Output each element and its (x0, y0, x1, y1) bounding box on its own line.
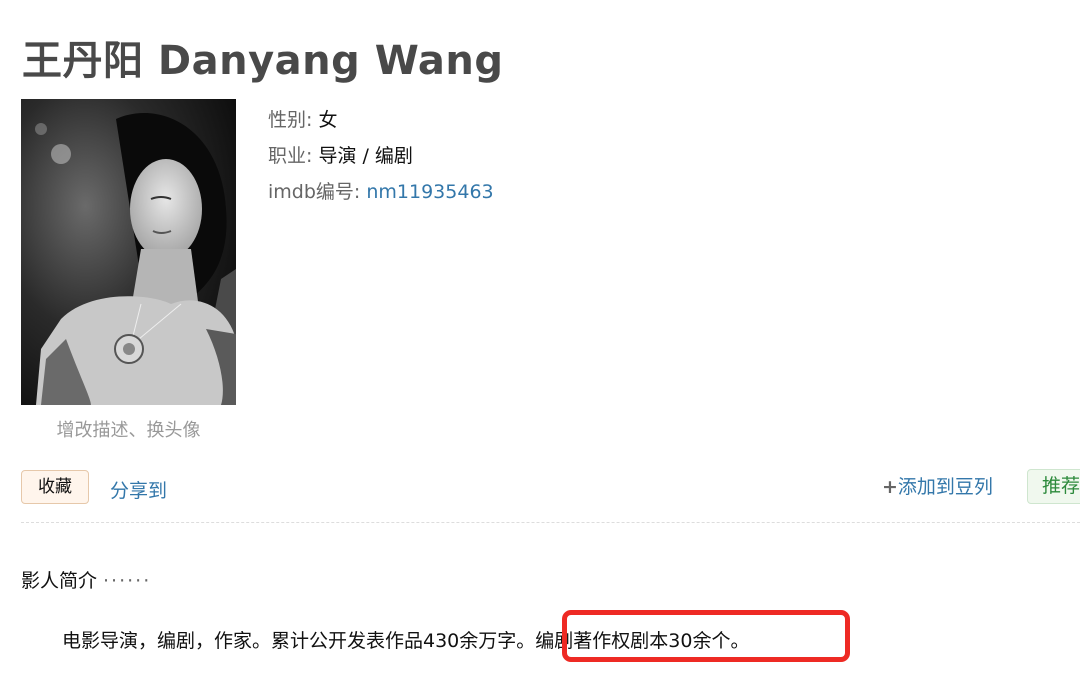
bio-section-title: 影人简介 ······ (21, 566, 151, 593)
imdb-link[interactable]: nm11935463 (366, 181, 493, 203)
plus-icon: + (882, 476, 898, 498)
profession-label: 职业: (268, 145, 313, 167)
collect-button[interactable]: 收藏 (21, 470, 89, 504)
share-link[interactable]: 分享到 (110, 476, 167, 503)
person-info: 性别: 女 职业: 导演 / 编剧 imdb编号: nm11935463 (268, 102, 494, 210)
edit-photo-link[interactable]: 增改描述、换头像 (21, 416, 236, 442)
highlight-annotation-box (562, 610, 850, 662)
divider (21, 522, 1080, 523)
person-photo[interactable] (21, 99, 236, 405)
gender-label: 性别: (268, 109, 313, 131)
profession-row: 职业: 导演 / 编剧 (268, 138, 494, 174)
gender-row: 性别: 女 (268, 102, 494, 138)
bio-heading-dots: ······ (103, 570, 152, 592)
profession-value: 导演 / 编剧 (318, 145, 413, 167)
gender-value: 女 (318, 109, 338, 131)
page-title: 王丹阳 Danyang Wang (22, 38, 504, 84)
portrait-image (21, 99, 236, 405)
imdb-label: imdb编号: (268, 181, 361, 203)
recommend-button[interactable]: 推荐 (1027, 469, 1080, 504)
add-to-doulist-link[interactable]: +添加到豆列 (882, 472, 993, 499)
add-to-doulist-label: 添加到豆列 (897, 476, 993, 498)
bio-heading: 影人简介 (21, 570, 98, 592)
imdb-row: imdb编号: nm11935463 (268, 174, 494, 210)
